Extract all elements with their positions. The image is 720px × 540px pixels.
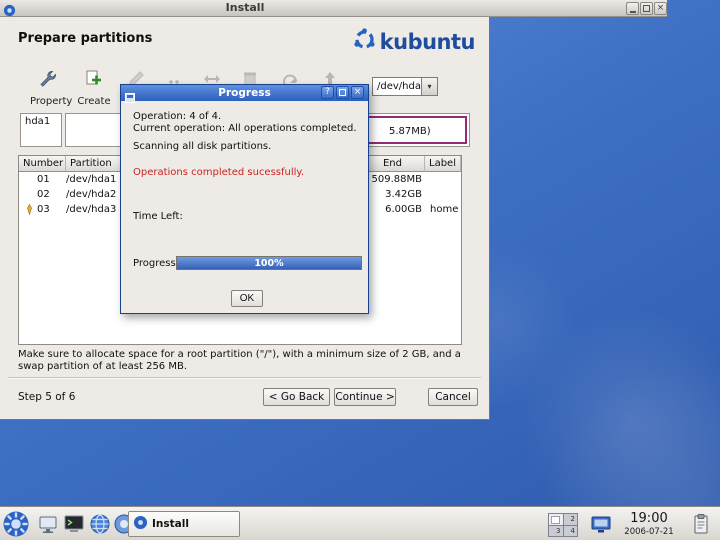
terminal-icon[interactable]: [62, 512, 86, 536]
pager-desktop-3[interactable]: 3: [549, 526, 563, 537]
kubuntu-logo-text: kubuntu: [380, 30, 475, 54]
dialog-close-button[interactable]: ×: [351, 86, 364, 99]
header-number[interactable]: Number: [19, 156, 66, 172]
cell-end: 6.00GB: [361, 204, 425, 215]
install-window-titlebar[interactable]: Install ×: [0, 0, 667, 17]
cancel-button[interactable]: Cancel: [428, 388, 478, 406]
partition-segment-text: 5.87MB): [389, 126, 431, 137]
close-icon: ×: [657, 4, 665, 13]
klipper-clipboard-icon[interactable]: [690, 513, 712, 535]
status-message: Operations completed sucessfully.: [133, 167, 304, 178]
chevron-down-icon[interactable]: ▾: [421, 78, 437, 95]
continue-button[interactable]: Continue >: [334, 388, 396, 406]
device-combo[interactable]: /dev/hda ▾: [372, 77, 438, 96]
clock-date: 2006-07-21: [618, 527, 680, 537]
close-button[interactable]: ×: [654, 2, 667, 15]
disk-tab-hda1[interactable]: hda1: [20, 113, 62, 147]
operation-count-text: Operation: 4 of 4.: [133, 111, 221, 122]
progress-dialog-titlebar[interactable]: Progress ? ×: [121, 85, 368, 101]
kubuntu-logo: kubuntu: [352, 27, 475, 56]
system-tray-monitor-icon[interactable]: [590, 513, 612, 535]
task-window-icon: [133, 515, 148, 534]
header-end[interactable]: End: [361, 156, 425, 172]
taskbar-install-task[interactable]: Install: [128, 511, 240, 537]
dialog-help-button[interactable]: ?: [321, 86, 334, 99]
progress-percent-text: 100%: [177, 258, 361, 269]
show-desktop-icon[interactable]: [36, 512, 60, 536]
cell-end: 3.42GB: [361, 189, 425, 200]
partition-help-text: Make sure to allocate space for a root p…: [18, 349, 476, 373]
desktop-pager: 1 2 3 4: [548, 513, 578, 537]
current-operation-text: Current operation: All operations comple…: [133, 123, 357, 134]
cell-number: 02: [19, 189, 66, 200]
minimize-button[interactable]: [626, 2, 639, 15]
clock-time: 19:00: [618, 511, 680, 526]
dialog-maximize-button[interactable]: [336, 86, 349, 99]
property-label: Property: [30, 96, 66, 107]
minimize-icon: [630, 11, 636, 13]
wrench-icon: [38, 69, 58, 89]
pager-desktop-4[interactable]: 4: [564, 526, 578, 537]
property-toolbar-button[interactable]: Property: [30, 69, 66, 115]
scanning-text: Scanning all disk partitions.: [133, 141, 271, 152]
taskbar-clock[interactable]: 19:00 2006-07-21: [618, 511, 680, 537]
task-label: Install: [152, 518, 189, 530]
pager-desktop-1[interactable]: 1: [549, 514, 563, 525]
page-title: Prepare partitions: [18, 31, 152, 46]
go-back-button[interactable]: < Go Back: [263, 388, 330, 406]
taskbar: Install 1 2 3 4 19:00 2006-07-21: [0, 506, 720, 540]
create-label: Create: [76, 96, 112, 107]
kubuntu-gear-icon: [352, 27, 377, 56]
footer-divider: [8, 377, 481, 379]
device-combo-value: /dev/hda: [373, 78, 421, 95]
progress-bar: 100%: [176, 256, 362, 270]
pager-desktop-2[interactable]: 2: [564, 514, 578, 525]
create-toolbar-button[interactable]: Create: [76, 69, 112, 115]
progress-label: Progress:: [133, 258, 179, 269]
cell-end: 509.88MB: [361, 174, 425, 185]
partition-flag-icon: [24, 204, 35, 215]
cell-label: home: [425, 204, 461, 215]
progress-dialog: Progress ? × Operation: 4 of 4. Current …: [120, 84, 369, 314]
desktop: Install × Prepare partitions kubuntu Pr: [0, 0, 720, 540]
cell-number: 01: [19, 174, 66, 185]
maximize-icon: [643, 5, 650, 12]
web-browser-globe-icon[interactable]: [88, 512, 112, 536]
window-title: Install: [0, 1, 490, 14]
header-label[interactable]: Label: [425, 156, 461, 172]
ok-button[interactable]: OK: [231, 290, 263, 307]
maximize-button[interactable]: [640, 2, 653, 15]
kmenu-button[interactable]: [2, 510, 30, 538]
time-left-label: Time Left:: [133, 211, 183, 222]
create-icon: [84, 69, 104, 89]
maximize-icon: [339, 89, 346, 96]
disk-tab-label: hda1: [25, 116, 50, 127]
step-indicator: Step 5 of 6: [18, 391, 75, 403]
